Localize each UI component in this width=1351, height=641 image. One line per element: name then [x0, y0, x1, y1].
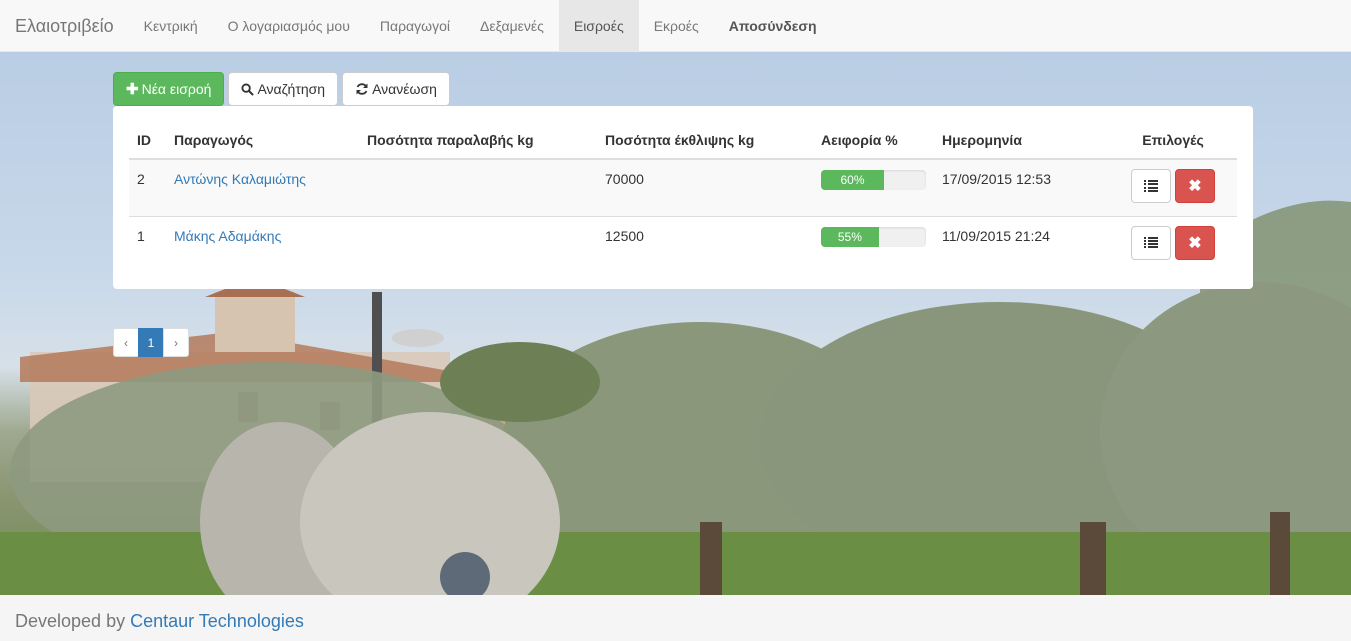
- new-input-label: Νέα εισροή: [141, 81, 212, 97]
- column-header-options: Επιλογές: [1109, 122, 1237, 160]
- search-button[interactable]: Αναζήτηση: [228, 72, 339, 106]
- nav-link-inputs[interactable]: Εισροές: [558, 0, 639, 51]
- producer-link[interactable]: Αντώνης Καλαμιώτης: [174, 171, 306, 187]
- producer-link[interactable]: Μάκης Αδαμάκης: [174, 228, 281, 244]
- cell-received: [359, 159, 597, 216]
- top-navbar: Ελαιοτριβείο Κεντρική Ο λογαριασμός μου …: [0, 0, 1351, 52]
- nav-item-inputs: Εισροές: [558, 0, 639, 51]
- column-header-producer[interactable]: Παραγωγός: [166, 122, 359, 160]
- new-input-button[interactable]: ✚ Νέα εισροή: [113, 72, 225, 106]
- table-row: 1 Μάκης Αδαμάκης 12500 55% 11/09/2015 21…: [129, 215, 1237, 273]
- refresh-button[interactable]: Ανανέωση: [342, 72, 450, 106]
- close-icon: ✖: [1188, 178, 1202, 195]
- table-body: 2 Αντώνης Καλαμιώτης 70000 60% 17/09/201…: [129, 159, 1237, 273]
- nav-link-home[interactable]: Κεντρική: [129, 0, 213, 51]
- cell-date: 17/09/2015 12:53: [942, 171, 1051, 187]
- nav-link-outputs[interactable]: Εκροές: [639, 0, 714, 51]
- close-icon: ✖: [1188, 234, 1202, 252]
- toolbar: ✚ Νέα εισροή Αναζήτηση Ανανέωση: [113, 72, 450, 106]
- cell-yield: 55%: [813, 215, 934, 273]
- footer-company-link[interactable]: Centaur Technologies: [130, 611, 304, 631]
- brand-link[interactable]: Ελαιοτριβείο: [0, 0, 129, 51]
- footer: Developed by Centaur Technologies: [0, 595, 1351, 641]
- search-label: Αναζήτηση: [257, 81, 326, 97]
- nav-link-logout[interactable]: Αποσύνδεση: [714, 0, 832, 51]
- cell-producer: Αντώνης Καλαμιώτης: [166, 159, 359, 216]
- cell-options: ✖: [1109, 159, 1237, 216]
- cell-producer: Μάκης Αδαμάκης: [166, 215, 359, 273]
- nav-link-producers[interactable]: Παραγωγοί: [365, 0, 465, 51]
- details-button[interactable]: [1131, 225, 1171, 260]
- details-button[interactable]: [1131, 169, 1171, 203]
- inputs-panel: ID Παραγωγός Ποσότητα παραλαβής kg Ποσότ…: [113, 106, 1253, 289]
- list-icon: [1144, 236, 1158, 249]
- plus-icon: ✚: [126, 81, 139, 98]
- nav-item-outputs: Εκροές: [639, 0, 714, 51]
- yield-progress: 55%: [821, 226, 926, 247]
- search-icon: [241, 82, 255, 96]
- yield-progress: 60%: [821, 170, 926, 190]
- column-header-date[interactable]: Ημερομηνία: [934, 122, 1109, 160]
- cell-pressed: 70000: [605, 171, 644, 187]
- cell-received: [359, 215, 597, 273]
- column-header-received[interactable]: Ποσότητα παραλαβής kg: [359, 122, 597, 160]
- nav-item-logout: Αποσύνδεση: [714, 0, 832, 51]
- pagination-prev[interactable]: ‹: [113, 328, 139, 357]
- cell-options: ✖: [1109, 215, 1237, 273]
- column-header-yield[interactable]: Αειφορία %: [813, 122, 934, 160]
- nav-item-home: Κεντρική: [129, 0, 213, 51]
- table-header: ID Παραγωγός Ποσότητα παραλαβής kg Ποσότ…: [129, 122, 1237, 160]
- nav-item-producers: Παραγωγοί: [365, 0, 465, 51]
- nav-link-account[interactable]: Ο λογαριασμός μου: [213, 0, 365, 51]
- pagination: ‹ 1 ›: [113, 328, 189, 357]
- cell-pressed: 12500: [597, 215, 813, 273]
- yield-progress-bar: 60%: [821, 170, 884, 190]
- table-header-row: ID Παραγωγός Ποσότητα παραλαβής kg Ποσότ…: [129, 122, 1237, 160]
- row-actions: ✖: [1117, 169, 1229, 203]
- cell-id: 1: [129, 215, 166, 273]
- yield-progress-bar: 55%: [821, 226, 879, 247]
- cell-id: 2: [137, 171, 145, 187]
- pagination-page-current[interactable]: 1: [138, 328, 164, 357]
- table-row: 2 Αντώνης Καλαμιώτης 70000 60% 17/09/201…: [129, 159, 1237, 216]
- footer-prefix: Developed by: [15, 611, 131, 631]
- cell-yield: 60%: [813, 159, 934, 216]
- nav-item-tanks: Δεξαμενές: [465, 0, 559, 51]
- refresh-label: Ανανέωση: [372, 81, 437, 97]
- nav-menu: Κεντρική Ο λογαριασμός μου Παραγωγοί Δεξ…: [129, 0, 832, 51]
- row-actions: ✖: [1117, 225, 1229, 260]
- inputs-table: ID Παραγωγός Ποσότητα παραλαβής kg Ποσότ…: [129, 122, 1237, 273]
- column-header-id[interactable]: ID: [129, 122, 166, 160]
- refresh-icon: [356, 83, 368, 95]
- cell-date: 11/09/2015 21:24: [934, 215, 1109, 273]
- list-icon: [1144, 180, 1158, 192]
- column-header-pressed[interactable]: Ποσότητα έκθλιψης kg: [597, 122, 813, 160]
- delete-button[interactable]: ✖: [1175, 225, 1215, 260]
- pagination-next[interactable]: ›: [163, 328, 189, 357]
- nav-link-tanks[interactable]: Δεξαμενές: [465, 0, 559, 51]
- nav-item-account: Ο λογαριασμός μου: [213, 0, 365, 51]
- delete-button[interactable]: ✖: [1175, 169, 1215, 203]
